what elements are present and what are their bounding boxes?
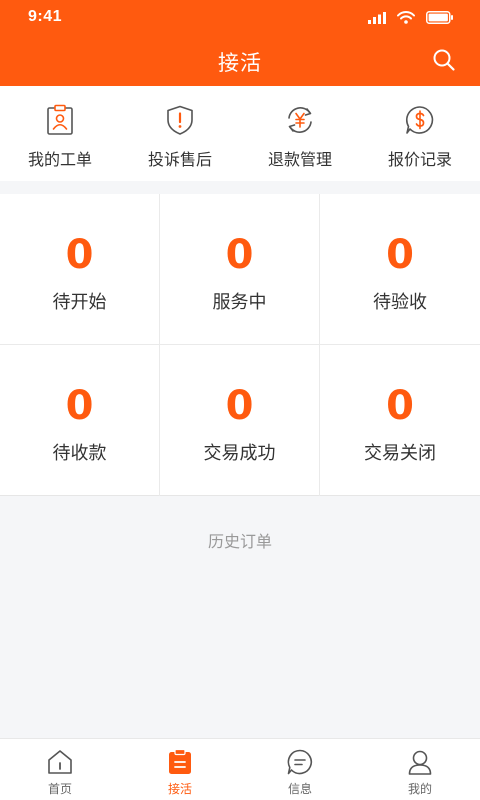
clipboard-icon — [169, 748, 191, 774]
status-label: 待收款 — [52, 443, 107, 464]
status-label: 待验收 — [373, 292, 427, 313]
order-status-grid: 0 待开始 0 服务中 0 待验收 0 待收款 0 交易成功 0 交易关闭 — [0, 194, 480, 496]
quick-action-label: 投诉售后 — [147, 150, 212, 169]
status-count: 0 — [65, 232, 94, 278]
status-label: 待开始 — [52, 292, 107, 313]
status-pending-start[interactable]: 0 待开始 — [0, 194, 160, 345]
status-count: 0 — [65, 383, 94, 429]
battery-icon — [426, 11, 453, 24]
signal-icon — [368, 11, 386, 24]
refund-yen-icon — [288, 107, 312, 133]
tab-home[interactable]: 首页 — [0, 739, 120, 800]
user-icon — [408, 750, 432, 775]
status-count: 0 — [386, 383, 414, 429]
status-count: 0 — [225, 232, 254, 278]
status-count: 0 — [386, 232, 414, 278]
status-label: 交易关闭 — [364, 443, 436, 464]
home-icon — [48, 750, 72, 774]
status-count: 0 — [225, 383, 254, 429]
status-time: 9:41 — [28, 8, 63, 25]
screen: 9:41 接活 我的工单 投诉售后 退款管理 报价记录 0 待开始 0 服务中 … — [0, 0, 480, 800]
status-label: 交易成功 — [203, 443, 276, 464]
status-completed[interactable]: 0 交易成功 — [160, 345, 320, 496]
tab-jobs[interactable]: 接活 — [120, 739, 240, 800]
page-title: 接活 — [218, 51, 262, 75]
clipboard-user-icon — [47, 104, 73, 135]
status-in-service[interactable]: 0 服务中 — [160, 194, 320, 345]
quick-actions: 我的工单 投诉售后 退款管理 报价记录 — [0, 86, 480, 181]
wifi-icon — [397, 11, 415, 24]
tab-profile[interactable]: 我的 — [360, 739, 480, 800]
status-bar: 9:41 — [0, 0, 480, 36]
history-orders-link[interactable]: 历史订单 — [0, 528, 480, 552]
dollar-bubble-icon — [406, 106, 434, 134]
status-label: 服务中 — [212, 292, 267, 313]
app-header: 9:41 接活 — [0, 0, 480, 86]
status-pending-acceptance[interactable]: 0 待验收 — [320, 194, 480, 345]
quick-action-refunds[interactable]: 退款管理 — [240, 86, 360, 181]
tab-label: 接活 — [167, 782, 192, 796]
message-icon — [287, 749, 313, 775]
status-pending-payment[interactable]: 0 待收款 — [0, 345, 160, 496]
status-icons — [368, 11, 454, 24]
quick-action-label: 报价记录 — [387, 150, 452, 169]
tab-messages[interactable]: 信息 — [240, 739, 360, 800]
tab-label: 我的 — [407, 782, 432, 796]
quick-action-label: 退款管理 — [267, 150, 332, 169]
quick-action-label: 我的工单 — [27, 150, 92, 169]
quick-action-quotes[interactable]: 报价记录 — [360, 86, 480, 181]
bottom-tab-bar: 首页 接活 信息 我的 — [0, 738, 480, 800]
tab-label: 信息 — [287, 782, 312, 796]
tab-label: 首页 — [47, 782, 72, 796]
search-icon[interactable] — [432, 48, 456, 72]
shield-alert-icon — [167, 105, 193, 135]
quick-action-complaints[interactable]: 投诉售后 — [120, 86, 240, 181]
status-closed[interactable]: 0 交易关闭 — [320, 345, 480, 496]
quick-action-my-orders[interactable]: 我的工单 — [0, 86, 120, 181]
